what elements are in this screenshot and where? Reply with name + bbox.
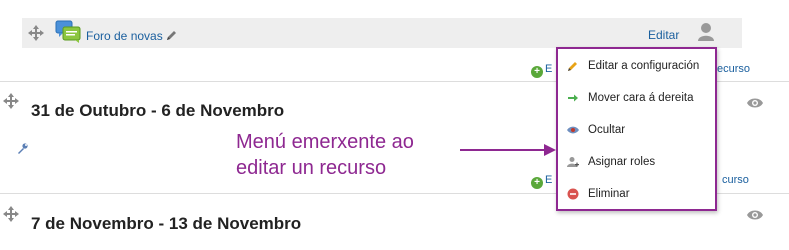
annotation-arrow [460,144,556,156]
forum-icon[interactable] [55,20,81,44]
forum-link[interactable]: Foro de novas [86,29,163,43]
section-title: 7 de Novembro - 13 de Novembro [31,214,302,233]
add-icon: + [531,177,543,189]
add-resource-link[interactable]: + E [531,63,552,78]
add-resource-link-tail[interactable]: curso [722,174,749,186]
menu-item-hide[interactable]: Ocultar [558,116,715,144]
user-icon[interactable] [697,22,715,42]
forum-activity-row: Foro de novas Editar [22,18,742,48]
move-icon[interactable] [3,206,19,222]
add-user-icon [567,156,579,168]
add-resource-link-tail[interactable]: ecurso [717,63,750,75]
arrow-right-icon [567,92,579,104]
edit-menu-toggle[interactable]: Editar [648,28,679,42]
pencil-icon [567,60,579,72]
menu-item-move-right[interactable]: Mover cara á dereita [558,84,715,112]
eye-icon [567,124,579,136]
wrench-icon[interactable] [17,141,28,154]
move-icon[interactable] [28,25,44,41]
menu-item-delete[interactable]: Eliminar [558,180,715,208]
eye-icon[interactable] [746,208,764,220]
course-page: Foro de novas Editar + E ecurso 31 de Ou… [0,0,789,250]
add-icon: + [531,66,543,78]
delete-icon [567,188,579,200]
edit-dropdown-menu: Editar a configuración Mover cara á dere… [556,47,717,211]
annotation-line-2: editar un recurso [236,157,387,179]
eye-icon[interactable] [746,96,764,108]
menu-item-edit-settings[interactable]: Editar a configuración [558,52,715,80]
annotation-line-1: Menú emerxente ao [236,131,414,153]
move-icon[interactable] [3,93,19,109]
edit-title-icon[interactable] [165,29,178,42]
section-title: 31 de Outubro - 6 de Novembro [31,101,285,120]
menu-item-assign-roles[interactable]: Asignar roles [558,148,715,176]
annotation-callout: Menú emerxente ao editar un recurso [236,129,414,181]
add-resource-link[interactable]: + E [531,174,552,189]
